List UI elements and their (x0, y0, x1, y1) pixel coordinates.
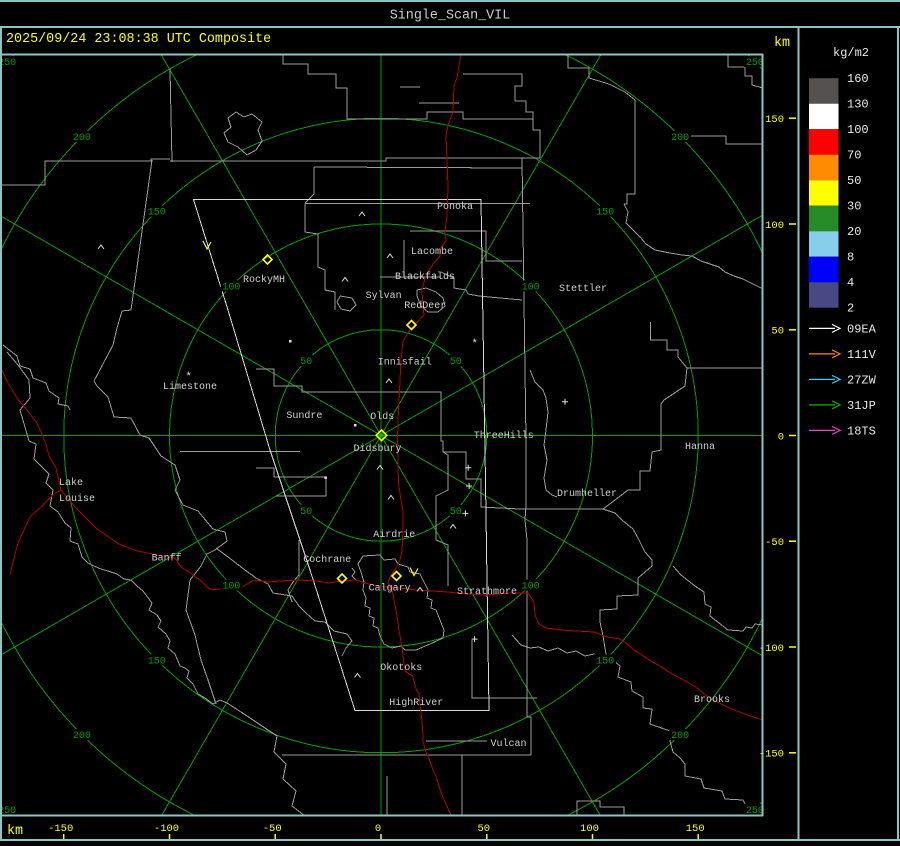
svg-text:Hanna: Hanna (685, 442, 715, 453)
svg-text:100: 100 (222, 582, 240, 593)
svg-text:-50: -50 (263, 823, 282, 835)
svg-text:200: 200 (671, 133, 689, 144)
svg-text:Lake: Lake (59, 477, 83, 489)
svg-text:70: 70 (847, 149, 861, 163)
svg-text:200: 200 (73, 133, 91, 144)
svg-text:50: 50 (300, 357, 312, 368)
svg-text:Lacombe: Lacombe (411, 246, 453, 258)
svg-text:2: 2 (847, 302, 854, 316)
svg-text:km: km (774, 36, 790, 51)
svg-text:Single_Scan_VIL: Single_Scan_VIL (390, 9, 511, 24)
svg-text:Brooks: Brooks (694, 694, 730, 706)
svg-text:Airdrie: Airdrie (373, 529, 415, 541)
svg-text:100: 100 (522, 282, 540, 293)
svg-text:Ponoka: Ponoka (437, 201, 473, 213)
svg-text:Sundre: Sundre (286, 410, 322, 422)
svg-text:Banff: Banff (152, 552, 182, 564)
svg-text:200: 200 (73, 731, 91, 742)
svg-text:*: * (185, 371, 192, 383)
svg-text:09EA: 09EA (847, 322, 877, 336)
svg-text:111V: 111V (847, 348, 877, 362)
svg-text:0: 0 (778, 431, 784, 443)
svg-text:-100: -100 (759, 643, 784, 655)
svg-text:50: 50 (450, 507, 462, 518)
svg-text:4: 4 (847, 276, 854, 290)
svg-text:100: 100 (765, 220, 784, 232)
svg-text:Louise: Louise (59, 493, 95, 505)
svg-text:Vulcan: Vulcan (491, 738, 527, 750)
svg-text:*: * (471, 339, 478, 351)
svg-text:50: 50 (300, 507, 312, 518)
svg-text:2025/09/24 23:08:38 UTC Compos: 2025/09/24 23:08:38 UTC Composite (6, 32, 271, 47)
svg-text:150: 150 (596, 656, 614, 667)
svg-text:Stettler: Stettler (559, 283, 607, 295)
svg-text:-50: -50 (765, 537, 784, 549)
svg-text:20: 20 (847, 225, 861, 239)
svg-text:0: 0 (375, 823, 381, 835)
svg-text:Innisfail: Innisfail (378, 356, 432, 368)
svg-text:Calgary: Calgary (369, 583, 411, 595)
svg-text:8: 8 (847, 251, 854, 265)
svg-text:150: 150 (765, 114, 784, 126)
svg-text:RedDeer: RedDeer (404, 300, 446, 312)
svg-text:-150: -150 (759, 749, 784, 761)
svg-text:100: 100 (580, 823, 599, 835)
svg-text:50: 50 (771, 326, 784, 338)
svg-text:100: 100 (847, 123, 869, 137)
svg-text:Didsbury: Didsbury (354, 443, 402, 455)
svg-text:150: 150 (596, 208, 614, 219)
svg-text:18TS: 18TS (847, 424, 876, 438)
svg-text:31JP: 31JP (847, 399, 876, 413)
svg-text:160: 160 (847, 72, 869, 86)
svg-text:50: 50 (847, 174, 861, 188)
svg-text:150: 150 (148, 656, 166, 667)
svg-text:50: 50 (450, 357, 462, 368)
svg-text:Cochrane: Cochrane (303, 554, 351, 566)
svg-text:Blackfalds: Blackfalds (395, 271, 455, 283)
svg-text:-150: -150 (48, 823, 73, 835)
svg-text:Strathmore: Strathmore (457, 586, 517, 598)
svg-text:Olds: Olds (370, 411, 394, 423)
svg-text:130: 130 (847, 98, 869, 112)
svg-text:200: 200 (671, 731, 689, 742)
svg-text:150: 150 (148, 208, 166, 219)
svg-text:Okotoks: Okotoks (380, 662, 422, 674)
svg-text:km: km (7, 824, 23, 839)
svg-text:Drumheller: Drumheller (557, 488, 617, 500)
svg-text:27ZW: 27ZW (847, 373, 877, 387)
svg-text:ThreeHills: ThreeHills (474, 430, 534, 442)
svg-text:50: 50 (477, 823, 490, 835)
svg-text:30: 30 (847, 200, 861, 214)
svg-text:250: 250 (0, 58, 16, 69)
svg-text:kg/m2: kg/m2 (833, 46, 869, 60)
svg-text:HighRiver: HighRiver (389, 697, 443, 709)
svg-text:100: 100 (522, 582, 540, 593)
svg-text:100: 100 (222, 282, 240, 293)
svg-text:-100: -100 (154, 823, 179, 835)
svg-text:250: 250 (746, 58, 764, 69)
svg-text:Sylvan: Sylvan (366, 290, 402, 302)
svg-text:150: 150 (686, 823, 705, 835)
svg-text:RockyMH: RockyMH (243, 274, 285, 286)
